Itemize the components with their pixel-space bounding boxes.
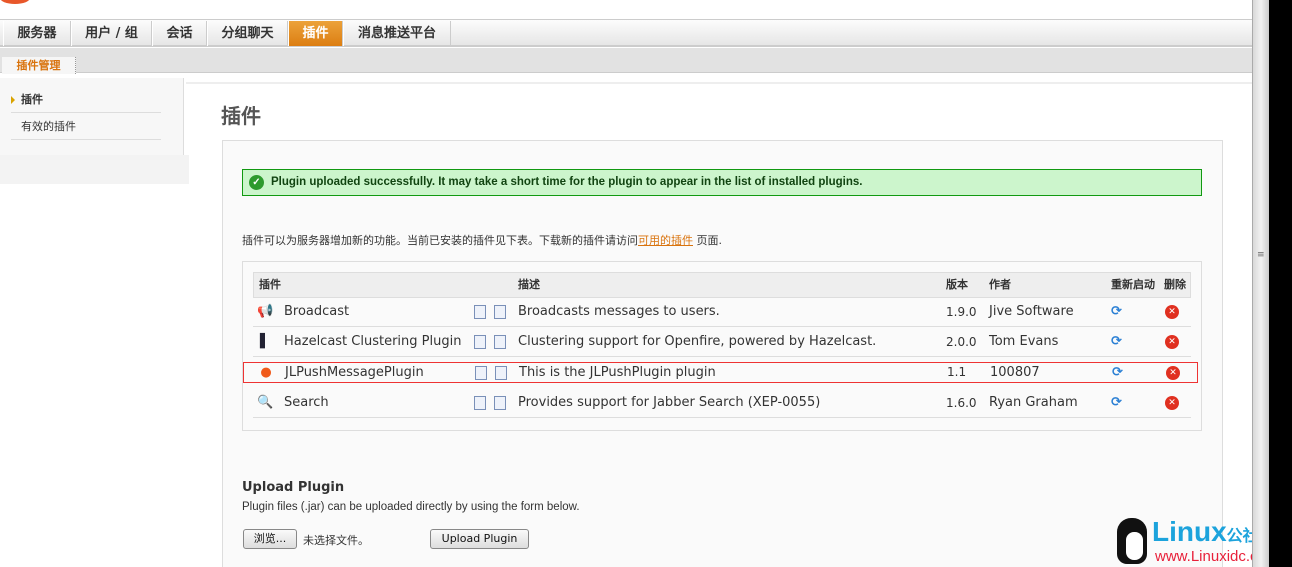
tab-push-platform[interactable]: 消息推送平台 xyxy=(343,21,451,46)
watermark-url: www.Linuxidc.com xyxy=(1155,548,1252,565)
readme-icon[interactable] xyxy=(474,335,486,349)
arrow-icon xyxy=(11,96,15,104)
delete-icon[interactable]: ✕ xyxy=(1165,305,1179,319)
delete-icon[interactable]: ✕ xyxy=(1165,396,1179,410)
changelog-icon[interactable] xyxy=(494,305,506,319)
file-status: 未选择文件。 xyxy=(303,534,369,547)
tab-plugins[interactable]: 插件 xyxy=(288,21,343,46)
scrollbar[interactable]: ≡ xyxy=(1252,0,1269,567)
intro-after: 页面. xyxy=(693,234,722,247)
penguin-icon xyxy=(1117,518,1147,564)
plugin-description: This is the JLPushPlugin plugin xyxy=(519,365,716,380)
col-plugin: 插件 xyxy=(259,278,281,291)
restart-icon[interactable]: ⟳ xyxy=(1111,388,1122,418)
delete-icon[interactable]: ✕ xyxy=(1166,366,1180,380)
upload-title: Upload Plugin xyxy=(242,480,345,495)
tab-group-chat[interactable]: 分组聊天 xyxy=(207,21,288,46)
divider xyxy=(186,82,1252,84)
tab-users-groups[interactable]: 用户 / 组 xyxy=(71,21,152,46)
magnifier-icon: 🔍 xyxy=(257,395,274,410)
intro-before: 插件可以为服务器增加新的功能。当前已安装的插件见下表。下载新的插件请访问 xyxy=(242,234,638,247)
page-title: 插件 xyxy=(221,104,261,128)
sidebar-item-plugins[interactable]: 插件 xyxy=(11,86,161,113)
tab-server[interactable]: 服务器 xyxy=(3,21,71,46)
delete-icon[interactable]: ✕ xyxy=(1165,335,1179,349)
upload-text: Plugin files (.jar) can be uploaded dire… xyxy=(242,501,580,513)
plugin-description: Provides support for Jabber Search (XEP-… xyxy=(518,395,821,410)
plugin-author: 100807 xyxy=(990,365,1040,380)
plugin-description: Clustering support for Openfire, powered… xyxy=(518,334,877,349)
restart-icon[interactable]: ⟳ xyxy=(1112,363,1123,382)
col-version: 版本 xyxy=(946,278,968,291)
grip-icon: ≡ xyxy=(1257,250,1265,260)
readme-icon[interactable] xyxy=(474,396,486,410)
plugin-name: JLPushMessagePlugin xyxy=(285,365,424,380)
changelog-icon[interactable] xyxy=(495,366,507,380)
watermark-title: Linux公社 xyxy=(1152,516,1252,547)
plugin-name: Hazelcast Clustering Plugin xyxy=(284,334,462,349)
readme-icon[interactable] xyxy=(474,305,486,319)
sub-nav: 插件管理 xyxy=(0,48,1252,74)
plugin-version: 1.9.0 xyxy=(946,305,977,319)
success-text: Plugin uploaded successfully. It may tak… xyxy=(271,176,863,188)
page: 服务器 用户 / 组 会话 分组聊天 插件 消息推送平台 插件管理 插件 有效的… xyxy=(0,0,1252,567)
check-icon: ✓ xyxy=(249,175,264,190)
megaphone-icon: 📢 xyxy=(257,304,274,319)
col-delete: 删除 xyxy=(1164,278,1186,291)
logo xyxy=(0,0,30,4)
sidebar: 插件 有效的插件 xyxy=(0,78,184,155)
browse-button[interactable]: 浏览... xyxy=(243,529,297,549)
plugin-author: Jive Software xyxy=(989,304,1074,319)
plugin-author: Tom Evans xyxy=(989,334,1059,349)
hazelcast-icon: ▌ xyxy=(260,334,270,349)
tab-sessions[interactable]: 会话 xyxy=(152,21,207,46)
success-message: ✓ Plugin uploaded successfully. It may t… xyxy=(242,169,1202,196)
plugin-version: 1.6.0 xyxy=(946,396,977,410)
main-nav: 服务器 用户 / 组 会话 分组聊天 插件 消息推送平台 xyxy=(0,19,1252,47)
changelog-icon[interactable] xyxy=(494,396,506,410)
table-header: 插件 描述 版本 作者 重新启动 删除 xyxy=(253,272,1191,298)
plugin-version: 2.0.0 xyxy=(946,335,977,349)
col-description: 描述 xyxy=(518,278,540,291)
readme-icon[interactable] xyxy=(475,366,487,380)
table-row: 📢 Broadcast Broadcasts messages to users… xyxy=(253,297,1191,327)
col-author: 作者 xyxy=(989,278,1011,291)
table-row: 🔍 Search Provides support for Jabber Sea… xyxy=(253,388,1191,418)
restart-icon[interactable]: ⟳ xyxy=(1111,297,1122,327)
intro-text: 插件可以为服务器增加新的功能。当前已安装的插件见下表。下载新的插件请访问可用的插… xyxy=(242,232,722,248)
sidebar-item-label: 插件 xyxy=(21,93,43,106)
restart-icon[interactable]: ⟳ xyxy=(1111,327,1122,357)
openfire-icon: ● xyxy=(260,365,272,380)
subtab-plugin-management[interactable]: 插件管理 xyxy=(2,57,76,74)
plugin-description: Broadcasts messages to users. xyxy=(518,304,720,319)
plugin-name: Broadcast xyxy=(284,304,350,319)
table-row: ● JLPushMessagePlugin This is the JLPush… xyxy=(243,362,1198,383)
table-row: ▌ Hazelcast Clustering Plugin Clustering… xyxy=(253,327,1191,357)
watermark: Linux公社 www.Linuxidc.com xyxy=(1115,516,1252,567)
sidebar-item-available-plugins[interactable]: 有效的插件 xyxy=(11,113,161,140)
sidebar-footer xyxy=(0,155,189,184)
plugin-version: 1.1 xyxy=(947,365,967,379)
col-restart: 重新启动 xyxy=(1111,278,1155,291)
plugin-author: Ryan Graham xyxy=(989,395,1078,410)
plugin-name: Search xyxy=(284,395,329,410)
upload-plugin-button[interactable]: Upload Plugin xyxy=(430,529,529,549)
changelog-icon[interactable] xyxy=(494,335,506,349)
available-plugins-link[interactable]: 可用的插件 xyxy=(638,234,693,247)
